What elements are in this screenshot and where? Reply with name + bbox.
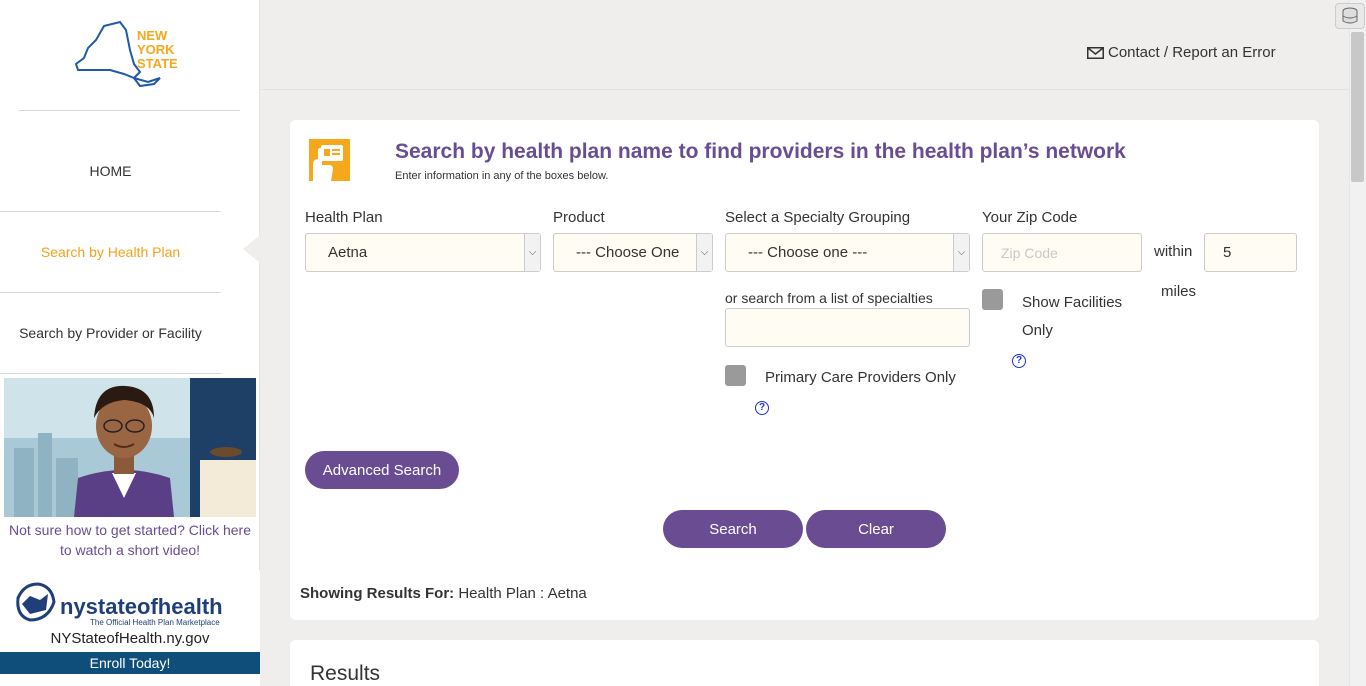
enroll-button[interactable]: Enroll Today! [0,652,260,674]
video-link[interactable]: Not sure how to get started? Click here … [4,520,256,560]
nysoh-logo: nystateofhealth The Official Health Plan… [16,582,223,627]
advanced-search-button[interactable]: Advanced Search [305,451,459,489]
miles-label: miles [1161,283,1197,300]
search-card: Search by health plan name to find provi… [290,120,1319,620]
health-plan-label: Health Plan [305,209,383,226]
results-title: Results [310,662,381,685]
divider [19,110,240,111]
chevron-down-icon: ⌵ [524,234,540,271]
chevron-down-icon: ⌵ [953,234,969,271]
nysoh-brand: nystateofhealth [60,594,223,619]
chevron-down-icon: ⌵ [696,234,712,271]
help-icon[interactable]: ? [755,401,769,415]
specialty-search-input[interactable] [725,308,970,347]
help-icon[interactable]: ? [1012,354,1026,368]
nysoh-url: NYStateofHealth.ny.gov [50,630,210,647]
page-title: Search by health plan name to find provi… [395,140,1126,163]
scrollbar-thumb[interactable] [1351,32,1364,182]
specialty-select[interactable]: --- Choose one --- ⌵ [725,233,970,272]
facilities-only-checkbox[interactable] [982,289,1003,310]
specialty-value: --- Choose one --- [748,244,868,261]
primary-care-checkbox[interactable] [725,365,746,386]
active-nav-indicator [243,235,260,263]
logo-line3: STATE [137,56,178,71]
sidebar-item-label: Search by Health Plan [40,244,181,260]
product-select[interactable]: --- Choose One ⌵ [553,233,713,272]
results-card: Results [290,640,1319,686]
miles-input[interactable]: 5 [1204,233,1297,272]
zip-input[interactable]: Zip Code [982,233,1142,272]
contact-link[interactable]: Contact / Report an Error [1087,44,1276,61]
logo-line2: YORK [137,42,175,57]
clear-button[interactable]: Clear [806,510,946,548]
health-plan-select[interactable]: Aetna ⌵ [305,233,541,272]
envelope-icon [1087,46,1104,59]
nysoh-banner[interactable]: nystateofhealth The Official Health Plan… [0,570,260,686]
product-label: Product [553,209,605,226]
video-thumbnail[interactable] [4,378,256,517]
contact-label: Contact / Report an Error [1108,44,1276,61]
within-label: within [1154,243,1193,260]
zip-label: Your Zip Code [982,209,1078,226]
facilities-only-label-2: Only [1022,322,1053,339]
nys-logo[interactable]: NEW YORK STATE [74,20,189,90]
primary-care-label: Primary Care Providers Only [765,369,956,386]
sidebar-item-home[interactable]: HOME [0,131,221,212]
health-plan-value: Aetna [328,244,368,261]
sidebar-item-search-by-provider[interactable]: Search by Provider or Facility [0,293,221,374]
sidebar-item-label: Search by Provider or Facility [19,325,202,341]
product-value: --- Choose One [576,244,680,261]
sidebar: NEW YORK STATE HOME Search by Health Pla… [0,0,260,686]
search-button[interactable]: Search [663,510,803,548]
nysoh-tagline: The Official Health Plan Marketplace [90,618,220,627]
logo-line1: NEW [137,28,168,43]
id-card-hand-icon [309,139,350,181]
showing-results: Showing Results For: Health Plan : Aetna [300,585,587,602]
specialty-list-label: or search from a list of specialties [725,290,933,306]
sidebar-item-search-by-health-plan[interactable]: Search by Health Plan [0,212,221,293]
showing-results-prefix: Showing Results For: [300,585,455,602]
specialty-label: Select a Specialty Grouping [725,209,911,226]
database-icon[interactable] [1335,3,1365,29]
sidebar-item-label: HOME [89,163,132,179]
page-subtitle: Enter information in any of the boxes be… [395,170,609,182]
showing-results-value: Health Plan : Aetna [458,585,587,602]
header-divider [261,89,1349,90]
facilities-only-label: Show Facilities [1022,294,1123,311]
